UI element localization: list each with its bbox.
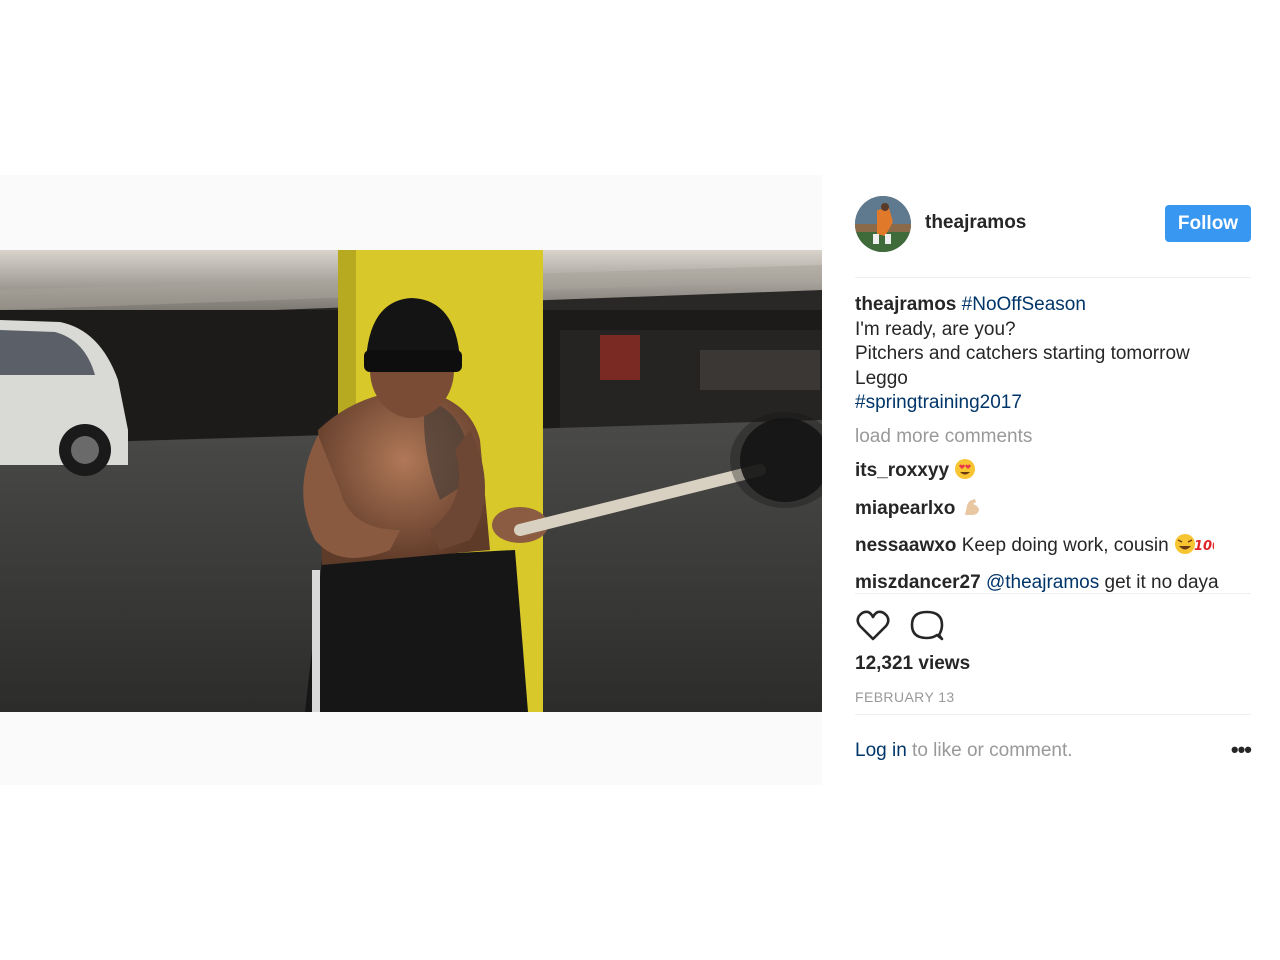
heart-icon[interactable] bbox=[855, 608, 891, 644]
login-link[interactable]: Log in bbox=[855, 740, 907, 761]
comments-section: theajramos #NoOffSeason I'm ready, are y… bbox=[855, 293, 1255, 593]
media-container bbox=[0, 175, 822, 785]
comment-item: its_roxxyy bbox=[855, 458, 1255, 488]
follow-button[interactable]: Follow bbox=[1165, 205, 1251, 242]
view-count: 12,321 views bbox=[855, 653, 971, 674]
header-divider bbox=[855, 277, 1251, 278]
load-more-comments[interactable]: load more comments bbox=[855, 425, 1255, 450]
comment-item: miapearlxo bbox=[855, 496, 1255, 526]
post-sidebar: theajramos Follow theajramos #NoOffSeaso… bbox=[822, 175, 1280, 785]
laughing-100-emoji-icon: 100 bbox=[1174, 533, 1221, 563]
caption-line-3: Pitchers and catchers starting tomorrow bbox=[855, 343, 1190, 364]
comment-item: nessaawxo Keep doing work, cousin 100 bbox=[855, 533, 1255, 563]
caption-hashtag-nooffseason[interactable]: #NoOffSeason bbox=[962, 294, 1086, 315]
comment-username[interactable]: nessaawxo bbox=[855, 535, 956, 556]
caption-line-2: I'm ready, are you? bbox=[855, 318, 1016, 340]
header-username[interactable]: theajramos bbox=[925, 212, 1026, 234]
caption-username[interactable]: theajramos bbox=[855, 294, 956, 315]
flexed-bicep-emoji-icon bbox=[961, 496, 983, 526]
post-header: theajramos Follow bbox=[855, 196, 1251, 252]
caption-line-1: theajramos #NoOffSeason bbox=[855, 293, 1255, 318]
footer-divider bbox=[855, 714, 1251, 715]
caption-line-5: #springtraining2017 bbox=[855, 391, 1255, 416]
comment-username[interactable]: miszdancer27 bbox=[855, 572, 981, 593]
avatar[interactable] bbox=[855, 196, 911, 252]
more-options-icon[interactable]: ••• bbox=[1231, 737, 1252, 763]
comment-icon[interactable] bbox=[909, 608, 945, 644]
comment-username[interactable]: its_roxxyy bbox=[855, 460, 949, 481]
post-video[interactable] bbox=[0, 250, 822, 712]
login-text: to like or comment. bbox=[906, 740, 1073, 761]
comment-username[interactable]: miapearlxo bbox=[855, 498, 955, 519]
instagram-embed: theajramos Follow theajramos #NoOffSeaso… bbox=[0, 175, 1280, 785]
comment-text: Keep doing work, cousin bbox=[961, 535, 1169, 556]
caption-line-4: Leggo bbox=[855, 367, 908, 389]
action-bar bbox=[855, 608, 1055, 644]
caption-hashtag-springtraining[interactable]: #springtraining2017 bbox=[855, 392, 1022, 413]
comment-text: get it no daya bbox=[1104, 571, 1219, 593]
comment-mention[interactable]: @theajramos bbox=[986, 572, 1099, 593]
comment-item: miszdancer27 @theajramos get it no daya … bbox=[855, 571, 1255, 594]
post-date: FEBRUARY 13 bbox=[855, 689, 955, 705]
comments-divider bbox=[855, 593, 1251, 594]
login-prompt: Log in to like or comment. ••• bbox=[855, 737, 1252, 763]
heart-eyes-emoji-icon bbox=[954, 458, 976, 488]
svg-text:100: 100 bbox=[1194, 539, 1214, 554]
